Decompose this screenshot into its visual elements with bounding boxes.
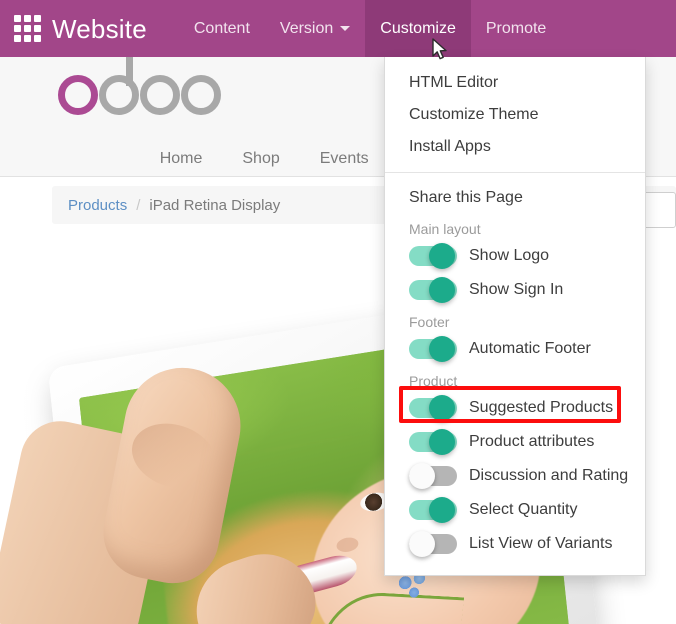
toggle-select-quantity[interactable] (409, 497, 457, 523)
top-menu-label-content: Content (193, 19, 250, 37)
menu-item-share-this-page-label: Share this Page (409, 189, 523, 206)
toggle-label-list-view-of-variants: List View of Variants (469, 535, 613, 552)
top-menu: Content Version Customize Promote (179, 0, 561, 57)
top-menu-item-version[interactable]: Version (265, 0, 365, 57)
toggle-list-view-of-variants[interactable] (409, 531, 457, 557)
toggle-knob (429, 277, 455, 303)
menu-item-share-this-page[interactable]: Share this Page (385, 182, 645, 214)
toggle-knob (409, 463, 435, 489)
hand-holding-tablet (0, 307, 327, 624)
nav-item-shop[interactable]: Shop (242, 150, 279, 168)
menu-divider (385, 172, 645, 173)
toggle-row-product-attributes[interactable]: Product attributes (385, 425, 645, 459)
screenshot-root: Website Content Version Customize Promot… (0, 0, 676, 624)
toggle-knob (429, 243, 455, 269)
toggle-knob (409, 531, 435, 557)
toggle-knob (429, 336, 455, 362)
logo-letter-d (99, 57, 139, 115)
breadcrumb-current: iPad Retina Display (149, 196, 281, 214)
toggle-row-list-view-of-variants[interactable]: List View of Variants (385, 527, 645, 561)
logo-letter-o-2 (140, 75, 180, 115)
menu-item-customize-theme[interactable]: Customize Theme (385, 99, 645, 131)
toggle-label-show-logo: Show Logo (469, 247, 550, 264)
nav-item-events[interactable]: Events (320, 150, 369, 168)
menu-item-customize-theme-label: Customize Theme (409, 106, 539, 123)
toggle-label-suggested-products: Suggested Products (469, 399, 614, 416)
menu-item-html-editor-label: HTML Editor (409, 74, 499, 91)
toggle-discussion-and-rating[interactable] (409, 463, 457, 489)
app-title: Website (52, 13, 147, 44)
toggle-show-logo[interactable] (409, 243, 457, 269)
toggle-row-show-sign-in[interactable]: Show Sign In (385, 273, 645, 307)
chevron-down-icon (340, 26, 351, 31)
toggle-row-automatic-footer[interactable]: Automatic Footer (385, 332, 645, 366)
section-header-product: Product (409, 373, 458, 389)
toggle-knob (429, 429, 455, 455)
toggle-show-sign-in[interactable] (409, 277, 457, 303)
toggle-label-select-quantity: Select Quantity (469, 501, 578, 518)
top-menu-item-content[interactable]: Content (179, 0, 265, 57)
section-header-footer: Footer (409, 314, 450, 330)
toggle-row-select-quantity[interactable]: Select Quantity (385, 493, 645, 527)
menu-item-install-apps-label: Install Apps (409, 138, 491, 155)
toggle-product-attributes[interactable] (409, 429, 457, 455)
toggle-suggested-products[interactable] (409, 395, 457, 421)
odoo-top-bar: Website Content Version Customize Promot… (0, 0, 676, 57)
breadcrumb-link-products[interactable]: Products (68, 197, 127, 214)
customize-dropdown-menu: HTML Editor Customize Theme Install Apps… (384, 57, 646, 576)
top-menu-label-customize: Customize (380, 19, 456, 37)
toggle-knob (429, 497, 455, 523)
logo-letter-o-3 (181, 75, 221, 115)
toggle-label-product-attributes: Product attributes (469, 433, 595, 450)
top-menu-item-customize[interactable]: Customize (365, 0, 471, 57)
section-header-main-layout: Main layout (409, 221, 481, 237)
toggle-label-discussion-and-rating: Discussion and Rating (469, 467, 629, 484)
odoo-logo[interactable] (58, 57, 221, 115)
toggle-automatic-footer[interactable] (409, 336, 457, 362)
top-menu-item-promote[interactable]: Promote (471, 0, 561, 57)
toggle-row-show-logo[interactable]: Show Logo (385, 239, 645, 273)
toggle-label-show-sign-in: Show Sign In (469, 281, 564, 298)
toggle-row-discussion-and-rating[interactable]: Discussion and Rating (385, 459, 645, 493)
menu-item-install-apps[interactable]: Install Apps (385, 131, 645, 163)
nav-item-home[interactable]: Home (160, 150, 203, 168)
toggle-row-suggested-products[interactable]: Suggested Products (385, 386, 645, 425)
toggle-knob (429, 395, 455, 421)
menu-item-html-editor[interactable]: HTML Editor (385, 67, 645, 99)
top-menu-label-version: Version (279, 19, 334, 37)
toggle-label-automatic-footer: Automatic Footer (469, 340, 591, 357)
top-menu-label-promote: Promote (485, 19, 547, 37)
apps-grid-icon[interactable] (12, 14, 42, 44)
breadcrumb-separator: / (136, 196, 141, 214)
logo-letter-o-1 (58, 75, 98, 115)
